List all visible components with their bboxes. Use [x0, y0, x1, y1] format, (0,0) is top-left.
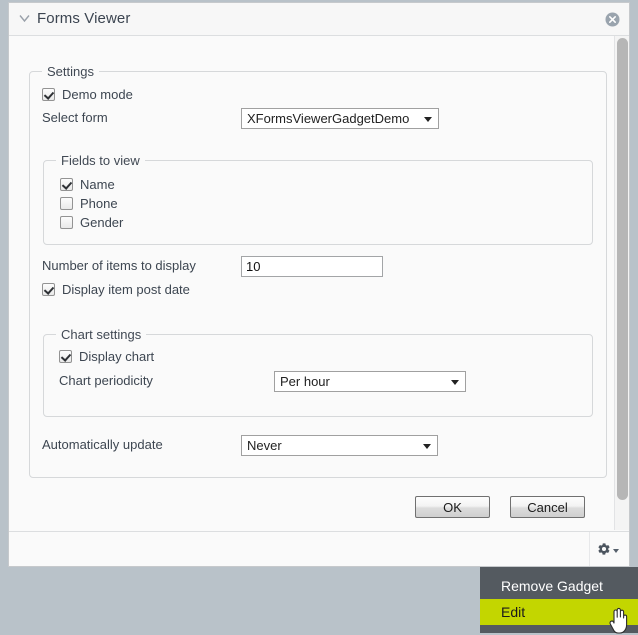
field-phone-label: Phone [80, 196, 118, 211]
gadget-body: Settings Demo mode Select form XFormsVie… [9, 36, 629, 530]
display-chart-checkbox[interactable] [59, 350, 72, 363]
gadget-footer [9, 531, 629, 566]
display-chart-label: Display chart [79, 349, 155, 364]
display-post-date-row: Display item post date [42, 282, 190, 297]
select-form-value: XFormsViewerGadgetDemo [247, 111, 410, 126]
field-gender-label: Gender [80, 215, 124, 230]
fields-to-view-legend: Fields to view [56, 153, 145, 168]
auto-update-label: Automatically update [42, 437, 163, 452]
chart-settings-legend: Chart settings [56, 327, 147, 342]
gadget-header: Forms Viewer [9, 3, 629, 36]
settings-fieldset: Settings Demo mode Select form XFormsVie… [29, 64, 607, 478]
number-of-items-input[interactable] [241, 256, 383, 277]
gadget-menu-button[interactable] [589, 532, 626, 566]
field-item-gender: Gender [60, 215, 123, 230]
ok-button[interactable]: OK [415, 496, 490, 518]
select-form-label: Select form [42, 110, 108, 125]
fields-to-view-fieldset: Fields to view Name Phone Gender [43, 153, 593, 245]
field-phone-checkbox[interactable] [60, 197, 73, 210]
field-item-name: Name [60, 177, 115, 192]
vertical-scrollbar[interactable] [614, 36, 629, 530]
chart-periodicity-value: Per hour [280, 374, 330, 389]
chevron-down-icon [423, 443, 431, 449]
chevron-down-icon [451, 379, 459, 385]
number-of-items-row: Number of items to display [42, 258, 196, 273]
number-of-items-label: Number of items to display [42, 258, 196, 273]
gear-icon [597, 542, 611, 556]
auto-update-row: Automatically update [42, 437, 163, 452]
display-post-date-checkbox[interactable] [42, 283, 55, 296]
gadget-context-menu: Remove Gadget Edit [480, 567, 638, 633]
demo-mode-row: Demo mode [42, 87, 133, 102]
field-item-phone: Phone [60, 196, 118, 211]
auto-update-dropdown[interactable]: Never [241, 435, 438, 456]
demo-mode-label: Demo mode [62, 87, 133, 102]
context-menu-item-edit[interactable]: Edit [480, 599, 638, 625]
close-icon[interactable] [605, 12, 620, 27]
select-form-row: Select form [42, 110, 108, 125]
page-title: Forms Viewer [37, 10, 131, 27]
demo-mode-checkbox[interactable] [42, 88, 55, 101]
chart-periodicity-label: Chart periodicity [59, 373, 153, 388]
settings-legend: Settings [42, 64, 99, 79]
select-form-dropdown[interactable]: XFormsViewerGadgetDemo [241, 108, 439, 129]
field-gender-checkbox[interactable] [60, 216, 73, 229]
chart-periodicity-row: Chart periodicity [59, 373, 153, 388]
vertical-scrollbar-thumb[interactable] [617, 38, 628, 500]
display-chart-row: Display chart [59, 349, 154, 364]
chevron-down-icon [424, 116, 432, 122]
cancel-button[interactable]: Cancel [510, 496, 585, 518]
chart-periodicity-dropdown[interactable]: Per hour [274, 371, 466, 392]
auto-update-value: Never [247, 438, 282, 453]
chart-settings-fieldset: Chart settings Display chart Chart perio… [43, 327, 593, 417]
caret-down-icon [613, 549, 619, 553]
field-name-label: Name [80, 177, 115, 192]
context-menu-item-remove-gadget[interactable]: Remove Gadget [480, 573, 638, 599]
forms-viewer-gadget: Forms Viewer Settings Demo mode Select f… [8, 2, 630, 567]
display-post-date-label: Display item post date [62, 282, 190, 297]
field-name-checkbox[interactable] [60, 178, 73, 191]
dialog-button-bar: OK Cancel [9, 486, 614, 530]
chevron-down-icon[interactable] [19, 14, 30, 23]
